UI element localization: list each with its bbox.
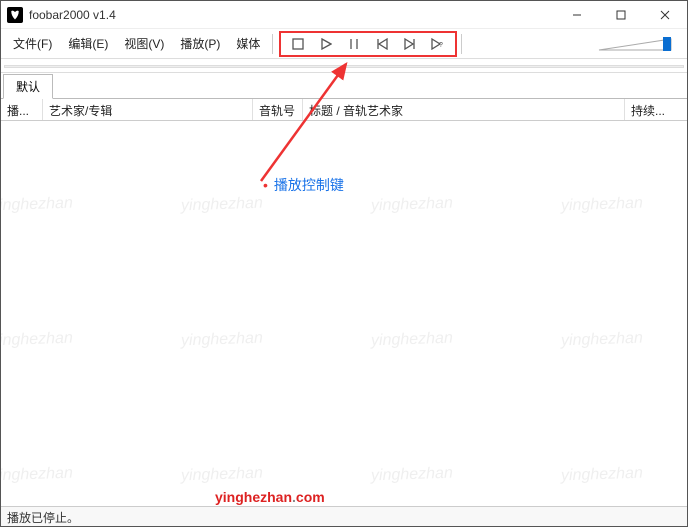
- seekbar-track: [4, 65, 684, 68]
- watermark: yinghezhan: [371, 465, 453, 486]
- pause-icon[interactable]: [347, 37, 361, 51]
- separator: [272, 34, 273, 54]
- window-title: foobar2000 v1.4: [29, 8, 116, 22]
- watermark: yinghezhan: [561, 330, 643, 351]
- next-icon[interactable]: [403, 37, 417, 51]
- prev-icon[interactable]: [375, 37, 389, 51]
- app-window: foobar2000 v1.4 文件(F) 编辑(E) 视图(V) 播放(P) …: [0, 0, 688, 527]
- seekbar[interactable]: [1, 59, 687, 73]
- play-icon[interactable]: [319, 37, 333, 51]
- volume-slider[interactable]: [597, 35, 677, 53]
- maximize-button[interactable]: [599, 1, 643, 29]
- menu-edit[interactable]: 编辑(E): [60, 31, 116, 56]
- watermark: yinghezhan: [561, 195, 643, 216]
- svg-text:?: ?: [439, 42, 443, 49]
- watermark: yinghezhan: [0, 330, 73, 351]
- column-headers: 播... 艺术家/专辑 音轨号 标题 / 音轨艺术家 持续...: [1, 99, 687, 121]
- status-text: 播放已停止。: [7, 511, 79, 525]
- volume-thumb-icon[interactable]: [663, 37, 671, 51]
- watermark: yinghezhan: [181, 465, 263, 486]
- stop-icon[interactable]: [291, 37, 305, 51]
- statusbar: 播放已停止。: [1, 506, 687, 526]
- random-icon[interactable]: ?: [431, 37, 445, 51]
- titlebar: foobar2000 v1.4: [1, 1, 687, 29]
- window-controls: [555, 1, 687, 28]
- menu-view[interactable]: 视图(V): [116, 31, 172, 56]
- col-artist-album[interactable]: 艺术家/专辑: [43, 99, 253, 120]
- playlist-tabs: 默认: [1, 77, 687, 99]
- col-trackno[interactable]: 音轨号: [253, 99, 303, 120]
- close-button[interactable]: [643, 1, 687, 29]
- watermark: yinghezhan: [0, 465, 73, 486]
- menu-library[interactable]: 媒体: [228, 31, 268, 56]
- app-icon: [7, 7, 23, 23]
- watermark: yinghezhan: [0, 195, 73, 216]
- tab-default[interactable]: 默认: [3, 74, 53, 99]
- watermark: yinghezhan: [181, 330, 263, 351]
- col-playing[interactable]: 播...: [1, 99, 43, 120]
- watermark: yinghezhan: [181, 195, 263, 216]
- col-title-artist[interactable]: 标题 / 音轨艺术家: [303, 99, 625, 120]
- playback-controls: ?: [279, 31, 457, 57]
- col-duration[interactable]: 持续...: [625, 99, 687, 120]
- minimize-button[interactable]: [555, 1, 599, 29]
- menu-playback[interactable]: 播放(P): [172, 31, 228, 56]
- playlist-area[interactable]: yinghezhan yinghezhan yinghezhan yinghez…: [1, 121, 687, 506]
- menubar: 文件(F) 编辑(E) 视图(V) 播放(P) 媒体 ?: [1, 29, 687, 59]
- menu-file[interactable]: 文件(F): [5, 31, 60, 56]
- watermark: yinghezhan: [371, 195, 453, 216]
- watermark: yinghezhan: [561, 465, 643, 486]
- watermark: yinghezhan: [371, 330, 453, 351]
- separator: [461, 34, 462, 54]
